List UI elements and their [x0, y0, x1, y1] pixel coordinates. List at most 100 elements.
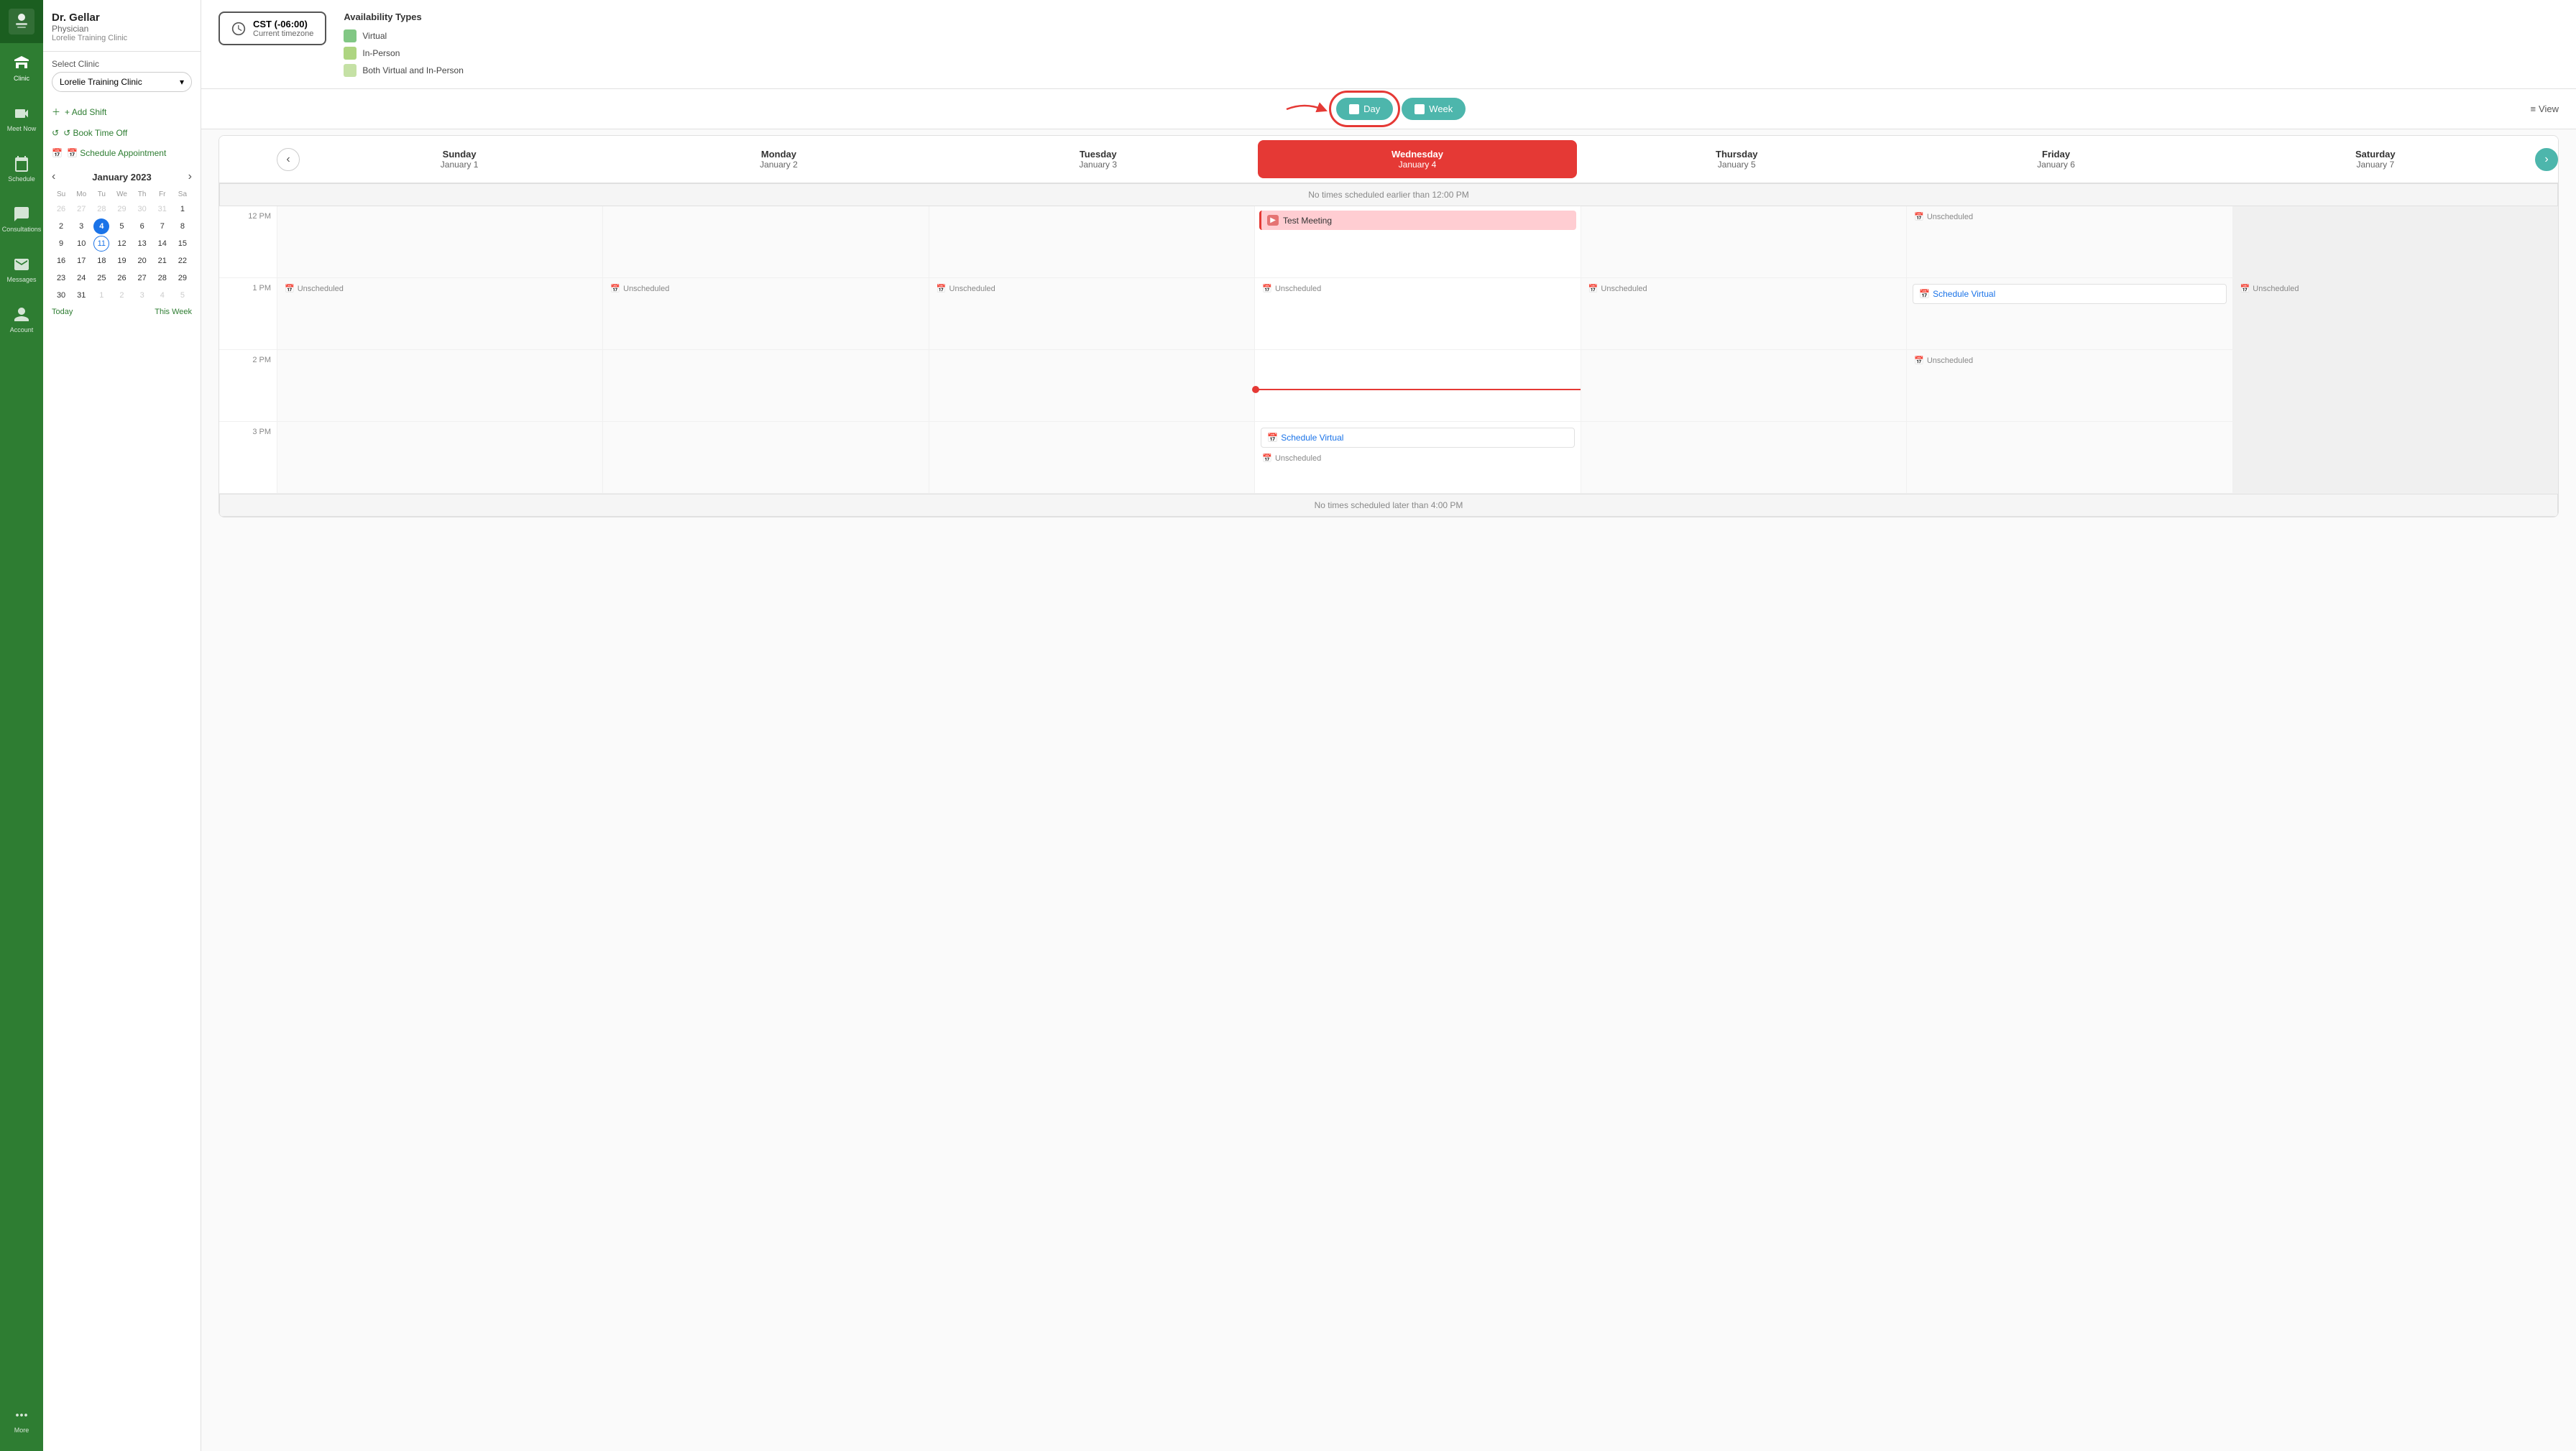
cell-thu-12[interactable]: [1581, 206, 1906, 277]
sidebar-item-meet-now[interactable]: Meet Now: [0, 93, 43, 144]
mini-cal-day[interactable]: 21: [155, 253, 170, 269]
cell-mon-3[interactable]: [602, 422, 928, 493]
day-view-button[interactable]: Day: [1336, 98, 1393, 120]
today-link[interactable]: Today: [52, 308, 73, 316]
mini-cal-day[interactable]: 15: [175, 236, 190, 252]
mini-cal-day[interactable]: 31: [155, 201, 170, 217]
cell-sat-3[interactable]: [2232, 422, 2558, 493]
cell-tue-3[interactable]: [929, 422, 1254, 493]
sidebar-item-clinic[interactable]: Clinic: [0, 43, 43, 93]
cell-tue-12[interactable]: [929, 206, 1254, 277]
cell-mon-1[interactable]: 📅 Unscheduled: [602, 278, 928, 349]
cell-wed-2[interactable]: [1254, 350, 1580, 421]
mini-cal-day[interactable]: 26: [114, 270, 129, 286]
mini-cal-day[interactable]: 1: [175, 201, 190, 217]
mini-cal-day[interactable]: 27: [73, 201, 89, 217]
clinic-selector[interactable]: Lorelie Training Clinic ▾: [52, 72, 192, 92]
sidebar-item-more[interactable]: More: [0, 1395, 43, 1445]
mini-cal-day[interactable]: 30: [53, 287, 69, 303]
mini-cal-day[interactable]: 26: [53, 201, 69, 217]
cell-mon-2[interactable]: [602, 350, 928, 421]
cell-tue-1[interactable]: 📅 Unscheduled: [929, 278, 1254, 349]
mini-cal-day[interactable]: 29: [175, 270, 190, 286]
mini-cal-day[interactable]: 6: [134, 218, 150, 234]
unscheduled-thu-1[interactable]: 📅 Unscheduled: [1584, 281, 1903, 296]
mini-cal-day-selected[interactable]: 4: [93, 218, 109, 234]
unscheduled-mon-1[interactable]: 📅 Unscheduled: [606, 281, 925, 296]
mini-cal-day[interactable]: 17: [73, 253, 89, 269]
cell-thu-2[interactable]: [1581, 350, 1906, 421]
cell-sun-2[interactable]: [277, 350, 602, 421]
mini-cal-day[interactable]: 18: [93, 253, 109, 269]
cell-sat-12[interactable]: [2232, 206, 2558, 277]
cell-wed-12[interactable]: ▶ Test Meeting: [1254, 206, 1580, 277]
unscheduled-sat-1[interactable]: 📅 Unscheduled: [2236, 281, 2555, 296]
cell-thu-3[interactable]: [1581, 422, 1906, 493]
schedule-appointment-button[interactable]: 📅 📅 Schedule Appointment: [43, 143, 201, 163]
week-view-button[interactable]: Week: [1402, 98, 1466, 120]
mini-cal-day[interactable]: 1: [93, 287, 109, 303]
test-meeting-card[interactable]: ▶ Test Meeting: [1259, 211, 1576, 230]
unscheduled-btn-fri-12[interactable]: 📅 Unscheduled: [1910, 209, 2229, 224]
next-week-button[interactable]: ›: [2535, 148, 2558, 171]
schedule-virtual-wed-3[interactable]: 📅 Schedule Virtual: [1261, 428, 1574, 448]
cell-sun-3[interactable]: [277, 422, 602, 493]
mini-cal-day[interactable]: 28: [93, 201, 109, 217]
mini-cal-day[interactable]: 16: [53, 253, 69, 269]
mini-cal-day[interactable]: 7: [155, 218, 170, 234]
schedule-virtual-fri-1[interactable]: 📅 Schedule Virtual: [1913, 284, 2226, 304]
mini-cal-day[interactable]: 25: [93, 270, 109, 286]
mini-cal-day[interactable]: 13: [134, 236, 150, 252]
mini-cal-day[interactable]: 5: [114, 218, 129, 234]
mini-cal-day[interactable]: 23: [53, 270, 69, 286]
cell-fri-12[interactable]: 📅 Unscheduled: [1906, 206, 2232, 277]
mini-cal-day[interactable]: 2: [114, 287, 129, 303]
mini-cal-day[interactable]: 5: [175, 287, 190, 303]
sidebar-item-consultations[interactable]: Consultations: [0, 194, 43, 244]
cell-fri-1[interactable]: 📅 Schedule Virtual: [1906, 278, 2232, 349]
mini-cal-day[interactable]: 3: [134, 287, 150, 303]
mini-cal-day-today[interactable]: 11: [93, 236, 109, 252]
mini-cal-day[interactable]: 12: [114, 236, 129, 252]
cell-sun-1[interactable]: 📅 Unscheduled: [277, 278, 602, 349]
unscheduled-tue-1[interactable]: 📅 Unscheduled: [932, 281, 1251, 296]
mini-cal-day[interactable]: 28: [155, 270, 170, 286]
unscheduled-wed-1[interactable]: 📅 Unscheduled: [1258, 281, 1577, 296]
prev-week-button[interactable]: ‹: [277, 148, 300, 171]
mini-cal-day[interactable]: 24: [73, 270, 89, 286]
cell-sun-12[interactable]: [277, 206, 602, 277]
mini-cal-day[interactable]: 8: [175, 218, 190, 234]
mini-cal-day[interactable]: 22: [175, 253, 190, 269]
cell-sat-2[interactable]: [2232, 350, 2558, 421]
unscheduled-fri-2[interactable]: 📅 Unscheduled: [1910, 353, 2229, 368]
mini-cal-day[interactable]: 9: [53, 236, 69, 252]
cell-wed-3[interactable]: 📅 Schedule Virtual 📅 Unscheduled: [1254, 422, 1580, 493]
unscheduled-sun-1[interactable]: 📅 Unscheduled: [280, 281, 599, 296]
cell-wed-1[interactable]: 📅 Unscheduled: [1254, 278, 1580, 349]
unscheduled-wed-3[interactable]: 📅 Unscheduled: [1258, 451, 1577, 466]
mini-cal-day[interactable]: 27: [134, 270, 150, 286]
mini-cal-day[interactable]: 30: [134, 201, 150, 217]
mini-cal-day[interactable]: 3: [73, 218, 89, 234]
view-menu[interactable]: ≡ View: [2530, 103, 2559, 114]
sidebar-item-messages[interactable]: Messages: [0, 244, 43, 295]
prev-month-button[interactable]: ‹: [52, 170, 55, 183]
book-time-off-button[interactable]: ↺ ↺ Book Time Off: [43, 123, 201, 143]
this-week-link[interactable]: This Week: [155, 308, 192, 316]
mini-cal-day[interactable]: 20: [134, 253, 150, 269]
mini-cal-day[interactable]: 14: [155, 236, 170, 252]
sidebar-item-schedule[interactable]: Schedule: [0, 144, 43, 194]
mini-cal-day[interactable]: 31: [73, 287, 89, 303]
mini-cal-day[interactable]: 19: [114, 253, 129, 269]
mini-cal-day[interactable]: 29: [114, 201, 129, 217]
cell-mon-12[interactable]: [602, 206, 928, 277]
cell-thu-1[interactable]: 📅 Unscheduled: [1581, 278, 1906, 349]
cell-sat-1[interactable]: 📅 Unscheduled: [2232, 278, 2558, 349]
mini-cal-day[interactable]: 2: [53, 218, 69, 234]
sidebar-item-account[interactable]: Account: [0, 295, 43, 345]
cell-tue-2[interactable]: [929, 350, 1254, 421]
next-month-button[interactable]: ›: [188, 170, 192, 183]
mini-cal-day[interactable]: 4: [155, 287, 170, 303]
mini-cal-day[interactable]: 10: [73, 236, 89, 252]
cell-fri-2[interactable]: 📅 Unscheduled: [1906, 350, 2232, 421]
